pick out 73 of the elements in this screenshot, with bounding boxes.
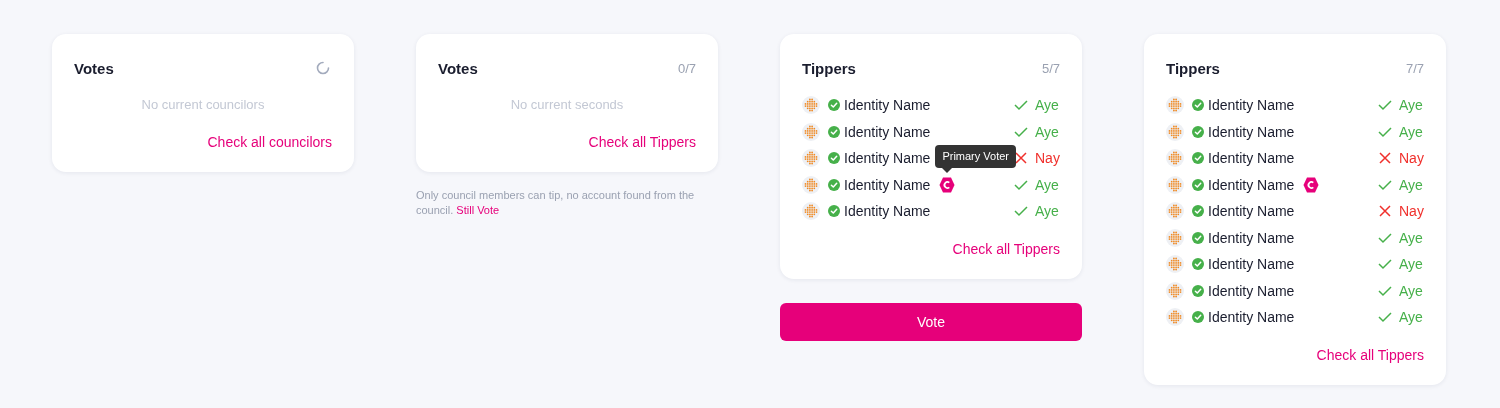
identicon-avatar <box>1166 308 1184 327</box>
identity-name: Identity Name <box>844 150 931 167</box>
empty-message: No current councilors <box>140 97 266 112</box>
identity-name: Identity Name <box>844 97 931 114</box>
verified-check-icon <box>828 205 840 218</box>
verified-check-icon <box>828 99 840 112</box>
check-all-link[interactable]: Check all Tippers <box>588 134 696 150</box>
verified-check-icon <box>1192 152 1204 165</box>
vote-result: Nay <box>1035 150 1060 167</box>
vote-result: Aye <box>1035 97 1060 114</box>
identicon-avatar <box>1166 175 1184 194</box>
identicon-avatar <box>802 202 820 221</box>
vote-result: Aye <box>1035 123 1060 140</box>
vote-result: Aye <box>1035 203 1060 220</box>
identicon-avatar <box>1166 202 1184 221</box>
vote-result: Aye <box>1399 97 1424 114</box>
vote-result: Aye <box>1399 256 1424 273</box>
identity-name: Identity Name <box>1208 176 1295 193</box>
identity-name: Identity Name <box>1208 309 1295 326</box>
identity-name: Identity Name <box>1208 97 1295 114</box>
panel-title: Votes <box>74 59 114 77</box>
identicon-avatar <box>802 175 820 194</box>
panel-title: Tippers <box>802 59 856 77</box>
verified-check-icon <box>1192 258 1204 271</box>
panel-title: Tippers <box>1166 59 1220 77</box>
identicon-avatar <box>1166 255 1184 274</box>
identicon-avatar <box>1166 122 1184 141</box>
identity-name: Identity Name <box>1208 150 1295 167</box>
identity-name: Identity Name <box>844 176 931 193</box>
verified-check-icon <box>1192 311 1204 324</box>
check-all-link[interactable]: Check all Tippers <box>1316 346 1424 363</box>
identity-name: Identity Name <box>1208 282 1295 299</box>
vote-count: 7/7 <box>1405 60 1424 76</box>
verified-check-icon <box>1192 205 1204 218</box>
verified-check-icon <box>1192 231 1204 244</box>
verified-check-icon <box>1192 125 1204 138</box>
identity-name: Identity Name <box>844 123 931 140</box>
identicon-avatar <box>802 149 820 168</box>
check-all-link[interactable]: Check all councilors <box>207 134 332 150</box>
identicon-avatar <box>1166 228 1184 247</box>
vote-result: Aye <box>1399 229 1424 246</box>
identity-name: Identity Name <box>844 203 931 220</box>
vote-count: 5/7 <box>1041 60 1060 76</box>
info-note: Only council members can tip, no account found from the council. Still Vote <box>416 188 696 218</box>
tooltip: Primary Voter <box>935 144 1016 173</box>
panel-title: Votes <box>438 59 478 77</box>
vote-result: Aye <box>1035 176 1060 193</box>
verified-check-icon <box>1192 99 1204 112</box>
identity-name: Identity Name <box>1208 256 1295 273</box>
vote-count: 0/7 <box>677 60 696 76</box>
verified-check-icon <box>828 125 840 138</box>
vote-result: Aye <box>1399 176 1424 193</box>
empty-message: No current seconds <box>509 97 625 112</box>
vote-result: Aye <box>1399 123 1424 140</box>
identicon-avatar <box>802 122 820 141</box>
verified-check-icon <box>828 152 840 165</box>
identity-name: Identity Name <box>1208 229 1295 246</box>
vote-result: Nay <box>1399 150 1424 167</box>
verified-check-icon <box>1192 178 1204 191</box>
still-vote-link[interactable]: Still Vote <box>456 204 500 216</box>
vote-result: Aye <box>1399 309 1424 326</box>
check-all-link[interactable]: Check all Tippers <box>952 240 1060 257</box>
vote-result: Nay <box>1399 203 1424 220</box>
identicon-avatar <box>1166 149 1184 168</box>
identity-name: Identity Name <box>1208 203 1295 220</box>
verified-check-icon <box>828 178 840 191</box>
vote-result: Aye <box>1399 282 1424 299</box>
verified-check-icon <box>1192 284 1204 297</box>
identity-name: Identity Name <box>1208 123 1295 140</box>
identicon-avatar <box>802 96 820 115</box>
identicon-avatar <box>1166 281 1184 300</box>
vote-button[interactable]: Vote <box>780 302 1082 341</box>
identicon-avatar <box>1166 96 1184 115</box>
